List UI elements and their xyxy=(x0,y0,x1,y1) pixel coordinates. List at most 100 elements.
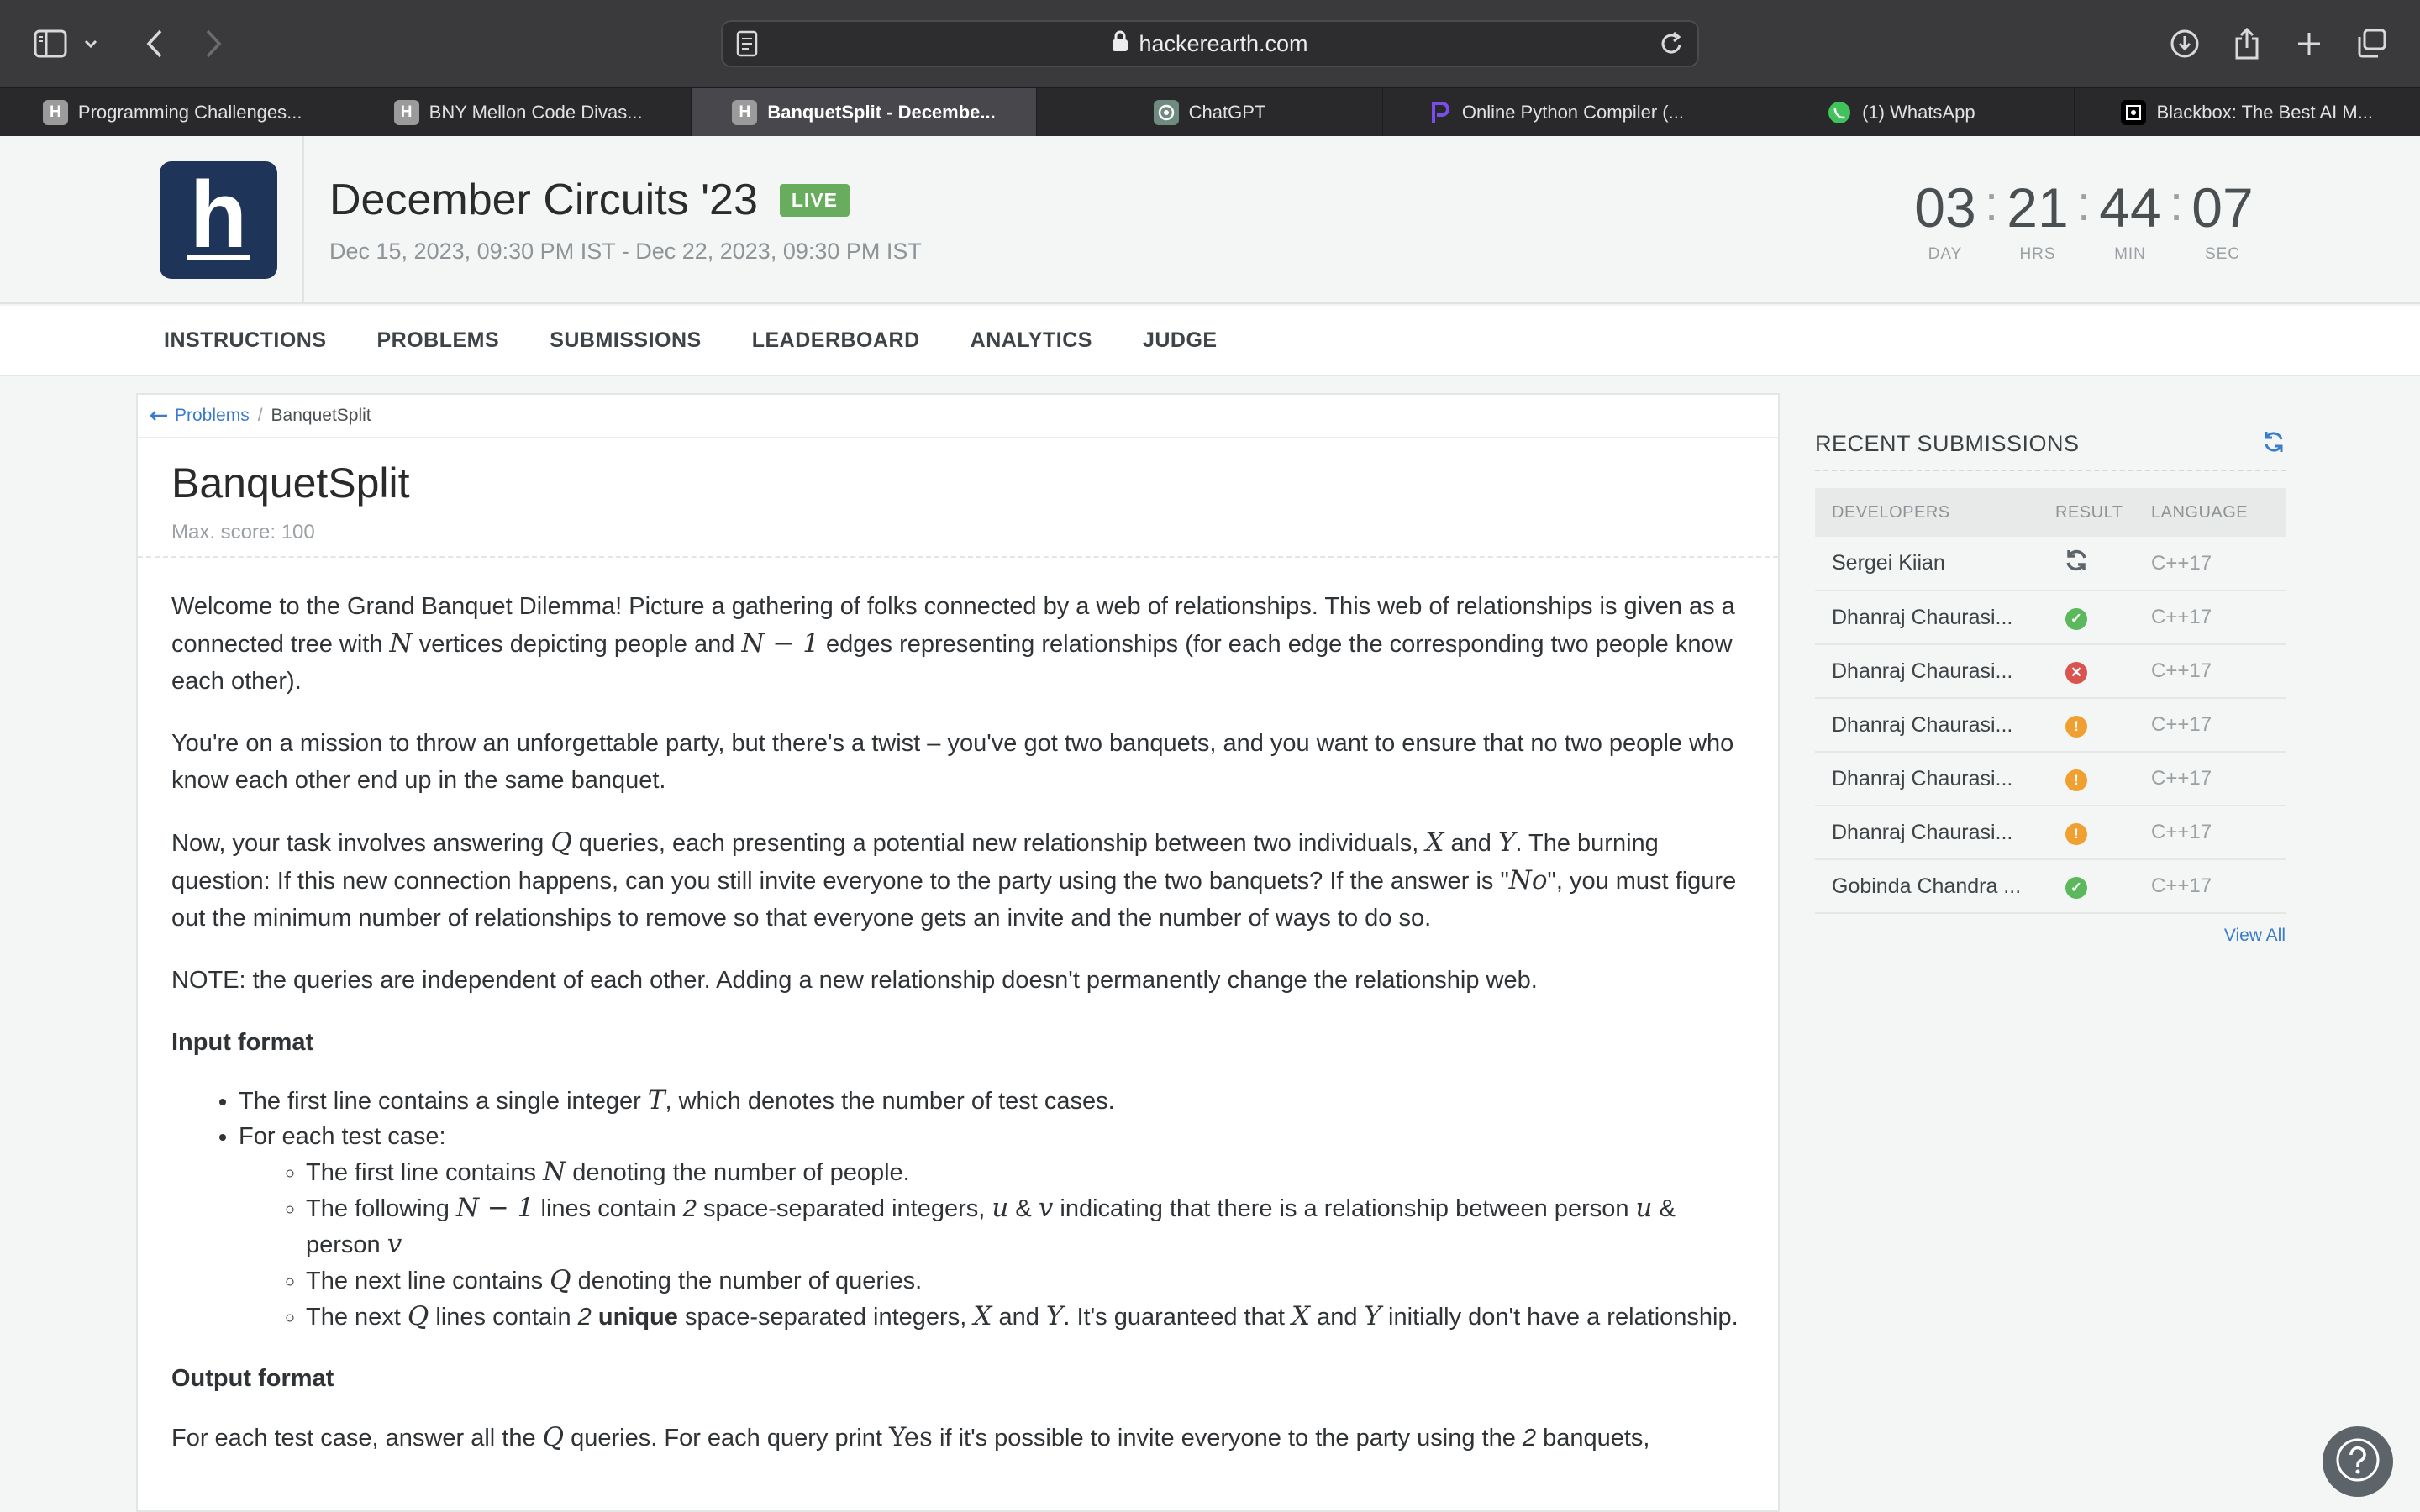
developer-name[interactable]: Dhanraj Chaurasi... xyxy=(1815,591,2055,645)
nav-submissions[interactable]: SUBMISSIONS xyxy=(550,328,702,353)
tab-blackbox[interactable]: Blackbox: The Best AI M... xyxy=(2075,88,2420,137)
countdown-colon: : xyxy=(1984,176,1999,231)
chevron-down-icon[interactable] xyxy=(79,25,103,62)
submissions-table: DEVELOPERS RESULT LANGUAGE Sergei Kiian … xyxy=(1815,488,2286,914)
share-icon[interactable] xyxy=(2228,25,2265,62)
download-icon[interactable] xyxy=(2166,25,2203,62)
countdown-colon: : xyxy=(2076,176,2091,231)
divider xyxy=(302,136,304,304)
table-row[interactable]: Dhanraj Chaurasi... ! C++17 xyxy=(1815,698,2286,753)
input-format-list: The first line contains a single integer… xyxy=(239,1083,1744,1335)
list-item: For each test case: The first line conta… xyxy=(239,1119,1744,1335)
url-text: hackerearth.com xyxy=(1139,30,1308,56)
math-two: 2 xyxy=(577,1304,592,1331)
math-Q: Q xyxy=(542,1422,565,1452)
text: The first line contains xyxy=(306,1159,544,1186)
developer-name[interactable]: Dhanraj Chaurasi... xyxy=(1815,644,2055,699)
recent-submissions: RECENT SUBMISSIONS DEVELOPERS RESULT LAN… xyxy=(1815,430,2286,946)
lock-icon xyxy=(1112,30,1128,58)
nav-analytics[interactable]: ANALYTICS xyxy=(971,328,1092,353)
tab-label: Programming Challenges... xyxy=(77,102,302,123)
tab-overview-icon[interactable] xyxy=(2353,25,2390,62)
breadcrumb-separator: / xyxy=(257,406,263,425)
text: denoting the number of people. xyxy=(566,1159,910,1186)
nav-instructions[interactable]: INSTRUCTIONS xyxy=(164,328,327,353)
text: For each test case, answer all the xyxy=(171,1425,543,1452)
text: queries. For each query print xyxy=(564,1425,889,1452)
problem-statement: Welcome to the Grand Banquet Dilemma! Pi… xyxy=(138,558,1778,1457)
nav-problems[interactable]: PROBLEMS xyxy=(377,328,500,353)
countdown-label: SEC xyxy=(2204,245,2241,263)
countdown-value: 44 xyxy=(2099,176,2161,239)
view-all-link[interactable]: View All xyxy=(1815,926,2286,946)
tab-label: BanquetSplit - Decembe... xyxy=(767,102,996,123)
tab-banquetsplit[interactable]: H BanquetSplit - Decembe... xyxy=(691,88,1038,137)
language: C++17 xyxy=(2151,698,2286,753)
hackerearth-logo[interactable]: h xyxy=(160,161,277,279)
statement-paragraph: You're on a mission to throw an unforget… xyxy=(171,730,1734,794)
developer-name[interactable]: Dhanraj Chaurasi... xyxy=(1815,806,2055,860)
tab-label: (1) WhatsApp xyxy=(1862,102,1975,123)
question-mark-icon xyxy=(2334,1436,2381,1488)
math-Yes: Yes xyxy=(888,1422,933,1452)
back-arrow-icon[interactable] xyxy=(136,25,173,62)
tab-whatsapp[interactable]: (1) WhatsApp xyxy=(1728,88,2075,137)
math-N: N xyxy=(543,1157,566,1187)
countdown-hours: 21 HRS xyxy=(2000,180,2075,264)
refresh-icon[interactable] xyxy=(2262,430,2286,458)
text: , which denotes the number of test cases… xyxy=(665,1088,1115,1115)
list-item: The first line contains N denoting the n… xyxy=(306,1154,1744,1190)
countdown-minutes: 44 MIN xyxy=(2092,180,2168,264)
emphasis-unique: unique xyxy=(597,1304,678,1331)
math-N-minus-1: N − 1 xyxy=(741,628,819,659)
countdown-days: 03 DAY xyxy=(1907,180,1983,264)
table-header-row: DEVELOPERS RESULT LANGUAGE xyxy=(1815,488,2286,537)
table-row[interactable]: Dhanraj Chaurasi... ! C++17 xyxy=(1815,752,2286,806)
list-item: The next line contains Q denoting the nu… xyxy=(306,1263,1744,1299)
math-X: X xyxy=(1291,1301,1311,1331)
table-row[interactable]: Dhanraj Chaurasi... ! C++17 xyxy=(1815,806,2286,860)
developer-name[interactable]: Dhanraj Chaurasi... xyxy=(1815,698,2055,753)
hackerearth-favicon-icon: H xyxy=(393,100,419,125)
math-Q: Q xyxy=(550,827,572,858)
text: and xyxy=(992,1304,1046,1331)
math-N-minus-1: N − 1 xyxy=(455,1193,534,1223)
developer-name[interactable]: Sergei Kiian xyxy=(1815,537,2055,591)
list-item: The following N − 1 lines contain 2 spac… xyxy=(306,1190,1744,1263)
table-row[interactable]: Dhanraj Chaurasi... ✓ C++17 xyxy=(1815,591,2286,645)
countdown-value: 21 xyxy=(2007,176,2069,239)
tab-online-python-compiler[interactable]: Online Python Compiler (... xyxy=(1383,88,1729,137)
text: indicating that there is a relationship … xyxy=(1053,1195,1636,1222)
text xyxy=(592,1304,598,1331)
hackerearth-favicon-icon: H xyxy=(42,100,68,125)
developer-name[interactable]: Gobinda Chandra ... xyxy=(1815,859,2055,914)
tab-label: Blackbox: The Best AI M... xyxy=(2156,102,2374,123)
help-button[interactable] xyxy=(2323,1426,2393,1497)
address-bar[interactable]: hackerearth.com xyxy=(721,20,1699,67)
nav-judge[interactable]: JUDGE xyxy=(1143,328,1218,353)
result-cell: ✓ xyxy=(2055,591,2151,645)
sidebar-toggle-icon[interactable] xyxy=(32,25,69,62)
reload-icon[interactable] xyxy=(1659,30,1684,63)
page-settings-icon[interactable] xyxy=(736,30,758,63)
table-row[interactable]: Sergei Kiian C++17 xyxy=(1815,537,2286,591)
table-row[interactable]: Dhanraj Chaurasi... ✕ C++17 xyxy=(1815,644,2286,699)
text: space-separated integers, xyxy=(677,1304,974,1331)
forward-arrow-icon[interactable] xyxy=(195,25,232,62)
table-row[interactable]: Gobinda Chandra ... ✓ C++17 xyxy=(1815,859,2286,914)
tab-chatgpt[interactable]: ChatGPT xyxy=(1037,88,1383,137)
exclamation-circle-icon: ! xyxy=(2065,823,2087,845)
tab-bny-mellon[interactable]: H BNY Mellon Code Divas... xyxy=(345,88,692,137)
new-tab-plus-icon[interactable] xyxy=(2291,25,2328,62)
tab-programming-challenges[interactable]: H Programming Challenges... xyxy=(0,88,346,137)
event-title-text: December Circuits '23 xyxy=(329,176,758,224)
nav-leaderboard[interactable]: LEADERBOARD xyxy=(752,328,920,353)
tab-label: ChatGPT xyxy=(1188,102,1266,123)
math-No: No xyxy=(1508,865,1548,895)
developer-name[interactable]: Dhanraj Chaurasi... xyxy=(1815,752,2055,806)
breadcrumb-problems-link[interactable]: Problems xyxy=(150,406,250,426)
column-header: RESULT xyxy=(2055,488,2151,537)
recent-submissions-title: RECENT SUBMISSIONS xyxy=(1815,431,2080,456)
text: . It's guaranteed that xyxy=(1063,1304,1292,1331)
tab-bar: H Programming Challenges... H BNY Mellon… xyxy=(0,87,2420,137)
